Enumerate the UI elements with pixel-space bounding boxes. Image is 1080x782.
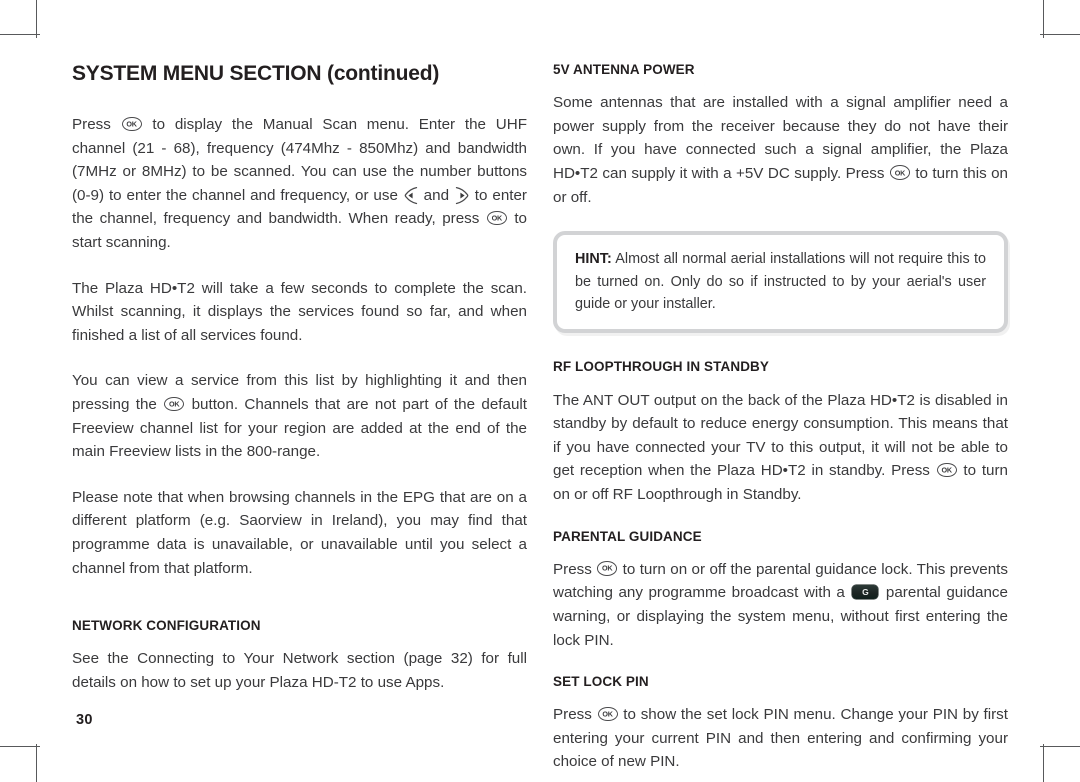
text-run: Press (553, 560, 597, 578)
paragraph-network-configuration: See the Connecting to Your Network secti… (72, 650, 527, 691)
heading-rf-loopthrough: RF LOOPTHROUGH IN STANDBY (553, 359, 769, 375)
parental-guidance-badge-label: G (862, 587, 869, 598)
hint-text: HINT: Almost all normal aerial installat… (575, 248, 986, 315)
manual-page: SYSTEM MENU SECTION (continued) Press OK… (0, 0, 1080, 782)
section-parental-guidance: PARENTAL GUIDANCE Press OK to turn on or… (553, 529, 1008, 653)
text-run: Almost all normal aerial installations w… (575, 251, 986, 312)
right-arrow-key-icon (455, 186, 469, 205)
ok-button-icon-label: OK (602, 709, 613, 719)
paragraph-antenna-power: Some antennas that are installed with a … (553, 91, 1008, 209)
ok-button-icon-label: OK (894, 168, 906, 178)
paragraph-view-service: You can view a service from this list by… (72, 369, 527, 463)
page-title: SYSTEM MENU SECTION (continued) (72, 62, 440, 85)
section-rf-loopthrough: RF LOOPTHROUGH IN STANDBY The ANT OUT ou… (553, 359, 1008, 506)
paragraph-set-lock-pin: Press OK to show the set lock PIN menu. … (553, 703, 1008, 774)
text-run: and (418, 186, 454, 204)
heading-parental-guidance: PARENTAL GUIDANCE (553, 528, 702, 544)
heading-antenna-power: 5V ANTENNA POWER (553, 62, 695, 77)
heading-set-lock-pin: SET LOCK PIN (553, 674, 649, 690)
ok-button-icon: OK (121, 116, 142, 132)
ok-button-icon: OK (597, 561, 618, 576)
parental-guidance-badge-icon: G (852, 585, 879, 600)
ok-button-icon: OK (486, 210, 507, 226)
ok-button-icon: OK (164, 396, 185, 412)
right-column: 5V ANTENNA POWER Some antennas that are … (553, 62, 1008, 774)
heading-network-configuration: NETWORK CONFIGURATION (72, 618, 261, 634)
ok-button-icon-label: OK (941, 465, 952, 475)
text-run: Press (72, 116, 121, 134)
hint-label: HINT: (575, 251, 612, 268)
ok-button-icon-label: OK (602, 563, 613, 573)
paragraph-manual-scan: Press OK to display the Manual Scan menu… (72, 113, 527, 255)
section-set-lock-pin: SET LOCK PIN Press OK to show the set lo… (553, 674, 1008, 774)
ok-button-icon-label: OK (491, 213, 503, 223)
ok-button-icon-label: OK (126, 119, 137, 129)
ok-button-icon-label: OK (169, 399, 180, 409)
paragraph-parental-guidance: Press OK to turn on or off the parental … (553, 558, 1008, 652)
ok-button-icon: OK (936, 462, 957, 478)
section-network-configuration: NETWORK CONFIGURATION See the Connecting… (72, 618, 527, 694)
paragraph-rf-loopthrough: The ANT OUT output on the back of the Pl… (553, 389, 1008, 507)
page-number: 30 (76, 712, 93, 728)
section-antenna-power: 5V ANTENNA POWER Some antennas that are … (553, 62, 1008, 209)
left-arrow-key-icon (404, 186, 418, 205)
paragraph-epg-note: Please note that when browsing channels … (72, 488, 527, 577)
ok-button-icon: OK (597, 706, 618, 722)
hint-box: HINT: Almost all normal aerial installat… (553, 231, 1008, 334)
paragraph-scan-progress: The Plaza HD•T2 will take a few seconds … (72, 279, 527, 344)
ok-button-icon: OK (889, 165, 910, 180)
left-column: SYSTEM MENU SECTION (continued) Press OK… (72, 62, 527, 695)
text-run: Press (553, 706, 597, 724)
text-run: to show the set lock PIN menu. Change yo… (553, 706, 1008, 771)
